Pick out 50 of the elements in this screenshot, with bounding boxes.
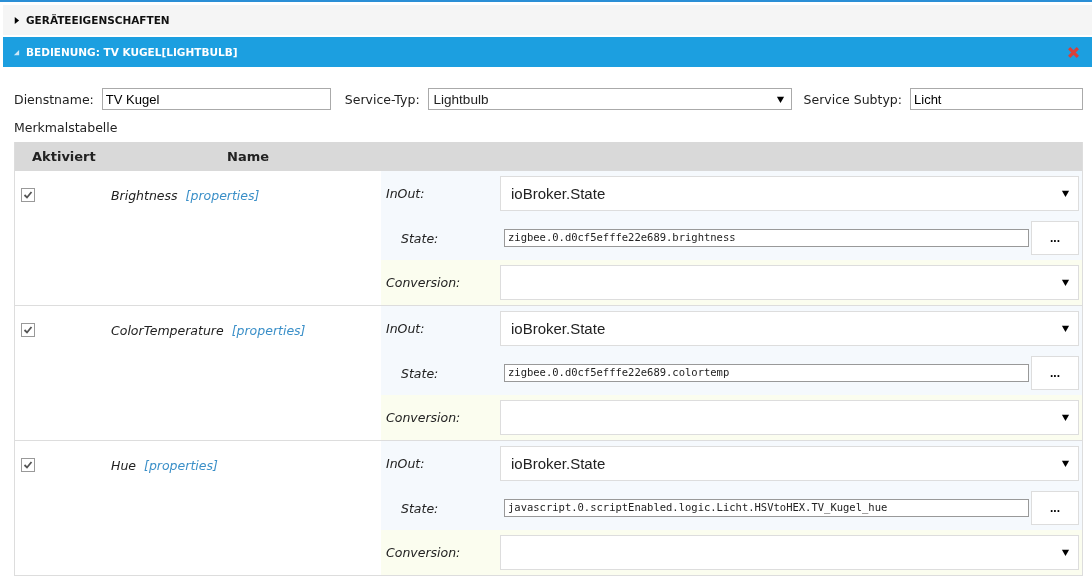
- characteristic-name: Brightness: [111, 188, 178, 203]
- field-label: State:: [400, 500, 440, 516]
- service-subtype-field[interactable]: Licht: [910, 88, 1083, 110]
- inout-dropdown[interactable]: ioBroker.State: [500, 175, 1079, 211]
- service-type-dropdown[interactable]: Lightbulb: [427, 88, 792, 110]
- conversion-dropdown[interactable]: [500, 265, 1079, 301]
- section-title: BEDIENUNG: TV KUGEL[LIGHTBULB]: [26, 46, 238, 58]
- field-label: InOut:: [385, 320, 426, 336]
- characteristic-name: Hue: [111, 458, 136, 473]
- field-label: Conversion:: [385, 545, 462, 561]
- state-field[interactable]: zigbee.0.d0cf5efffe22e689.brightness: [504, 229, 1029, 247]
- section-header[interactable]: GERÄTEEIGENSCHAFTEN: [3, 5, 1092, 35]
- caret-icon: [1061, 413, 1070, 423]
- field-label: Service-Typ:: [344, 91, 420, 107]
- state-field[interactable]: zigbee.0.d0cf5efffe22e689.colortemp: [504, 364, 1029, 382]
- field-label: InOut:: [385, 185, 426, 201]
- caret-icon: [1061, 323, 1070, 333]
- field-label: State:: [400, 365, 440, 381]
- field-label: State:: [400, 230, 440, 246]
- column-header: Name: [227, 149, 269, 164]
- table-title: Merkmalstabelle: [14, 120, 119, 135]
- browse-button[interactable]: ...: [1031, 221, 1079, 255]
- browse-button[interactable]: ...: [1031, 491, 1079, 525]
- checkbox[interactable]: [21, 323, 35, 337]
- conversion-dropdown[interactable]: [500, 535, 1079, 571]
- column-header: Aktiviert: [32, 149, 97, 164]
- inout-dropdown[interactable]: ioBroker.State: [500, 310, 1079, 346]
- caret-icon: [1061, 458, 1070, 468]
- caret-icon: [1061, 548, 1070, 558]
- browse-button[interactable]: ...: [1031, 356, 1079, 390]
- properties-link[interactable]: [properties]: [144, 458, 218, 473]
- close-icon[interactable]: [1067, 45, 1080, 59]
- section-title: GERÄTEEIGENSCHAFTEN: [26, 14, 170, 26]
- field-label: Conversion:: [385, 410, 462, 426]
- properties-link[interactable]: [properties]: [185, 188, 260, 203]
- caret-icon: [1061, 188, 1070, 198]
- characteristic-name: ColorTemperature: [111, 323, 224, 338]
- state-field[interactable]: javascript.0.scriptEnabled.logic.Licht.HSVtoHEX.TV_Kugel_hue: [504, 499, 1029, 517]
- field-label: InOut:: [385, 455, 426, 471]
- inout-dropdown[interactable]: ioBroker.State: [500, 445, 1079, 481]
- field-label: Service Subtyp:: [803, 91, 902, 107]
- caret-icon: [1061, 278, 1070, 288]
- caret-icon: [775, 94, 785, 104]
- field-label: Conversion:: [385, 275, 462, 291]
- checkbox[interactable]: [21, 458, 35, 472]
- checkbox[interactable]: [21, 188, 35, 202]
- conversion-dropdown[interactable]: [500, 400, 1079, 436]
- service-name-field[interactable]: TV Kugel: [101, 88, 331, 110]
- properties-link[interactable]: [properties]: [231, 323, 306, 338]
- field-label: Dienstname:: [14, 91, 94, 107]
